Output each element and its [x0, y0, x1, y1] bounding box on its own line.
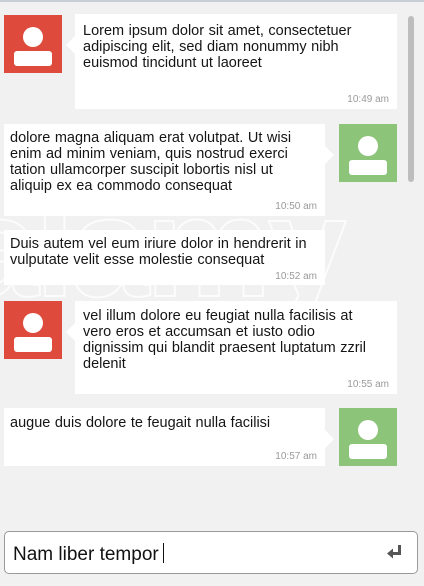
message-input-value: Nam liber tempor	[13, 544, 159, 565]
message-timestamp: 10:52 am	[275, 271, 317, 282]
avatar[interactable]	[4, 301, 62, 359]
avatar[interactable]	[4, 15, 62, 73]
message-line: adipiscing elit, sed diam nonummy nibh	[83, 39, 339, 55]
message-line: vulputate velit esse molestie consequat	[10, 252, 265, 268]
message-line: dolore magna aliquam erat volutpat. Ut w…	[10, 130, 292, 146]
message-bubble[interactable]: vel illum dolore eu feugiat nulla facili…	[66, 301, 397, 394]
message-line: delenit	[83, 356, 126, 372]
avatar[interactable]	[339, 408, 397, 466]
message-bubble[interactable]: Lorem ipsum dolor sit amet, consectetuer…	[66, 14, 397, 109]
message-line: augue duis dolore te feugait nulla facil…	[10, 415, 271, 431]
message-bubble[interactable]: Duis autem vel eum iriure dolor in hendr…	[4, 230, 325, 285]
message-line: aliquip ex ea commodo consequat	[10, 178, 233, 194]
message-timestamp: 10:57 am	[275, 451, 317, 462]
message-line: Duis autem vel eum iriure dolor in hendr…	[10, 236, 307, 252]
message-line: Lorem ipsum dolor sit amet, consectetuer	[83, 23, 352, 39]
message-input[interactable]: Nam liber tempor	[4, 531, 418, 574]
scrollbar-thumb[interactable]	[408, 16, 414, 182]
message-line: dignissim qui blandit praesent luptatum …	[83, 340, 366, 356]
message-line: tation ullamcorper suscipit lobortis nis…	[10, 162, 273, 178]
chat-screen: alamy Lorem ipsum dolor sit amet, consec…	[0, 0, 424, 586]
user-icon	[14, 313, 52, 352]
message-timestamp: 10:55 am	[347, 379, 389, 390]
message-line: euismod tincidunt ut laoreet	[83, 55, 262, 71]
message-input-value-wrap: Nam liber tempor	[13, 543, 164, 566]
text-cursor	[162, 543, 164, 563]
message-line: enim ad minim veniam, quis nostrud exerc…	[10, 146, 288, 162]
message-line: vero eros et accumsan et iusto odio	[83, 324, 315, 340]
message-timestamp: 10:50 am	[275, 201, 317, 212]
message-timestamp: 10:49 am	[347, 94, 389, 105]
message-line: vel illum dolore eu feugiat nulla facili…	[83, 308, 353, 324]
user-icon	[349, 420, 387, 459]
message-bubble[interactable]: dolore magna aliquam erat volutpat. Ut w…	[4, 124, 334, 216]
enter-return-icon[interactable]	[387, 544, 403, 560]
avatar[interactable]	[339, 124, 397, 182]
user-icon	[349, 136, 387, 175]
user-icon	[14, 27, 52, 66]
message-bubble[interactable]: augue duis dolore te feugait nulla facil…	[4, 408, 334, 466]
